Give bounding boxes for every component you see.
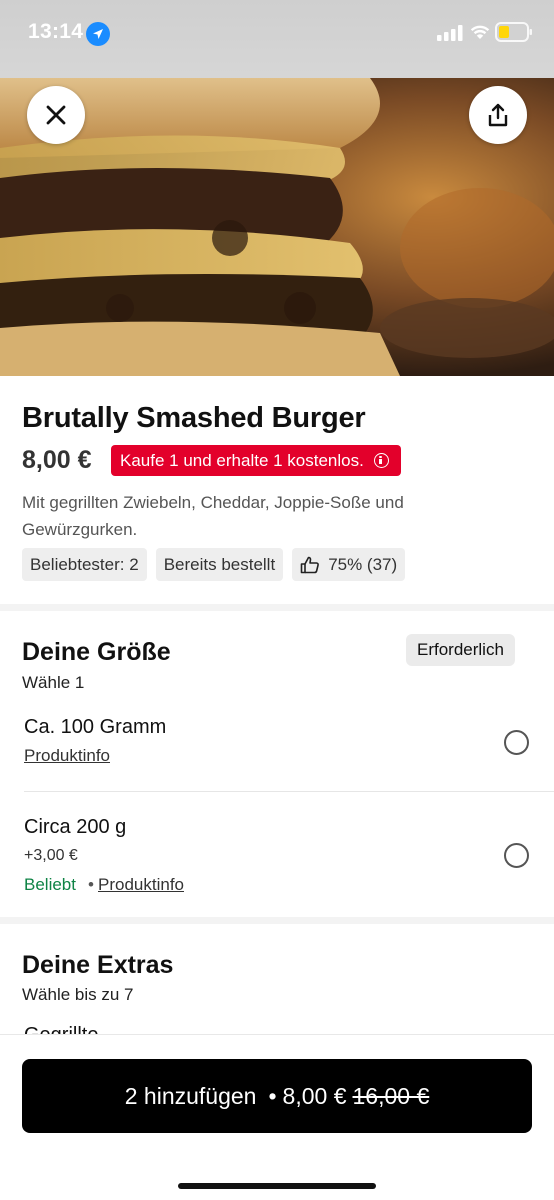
- size-section-subtitle: Wähle 1: [22, 673, 85, 692]
- add-button-separator: •: [268, 1082, 277, 1109]
- status-time: 13:14: [28, 20, 84, 43]
- location-arrow-icon: [86, 22, 110, 46]
- info-icon: [373, 453, 389, 468]
- battery-low-icon: [495, 22, 532, 42]
- add-to-cart-button[interactable]: 2 hinzufügen • 8,00 € 16,00 €: [22, 1059, 532, 1133]
- share-button[interactable]: [469, 86, 527, 144]
- extras-section-subtitle: Wähle bis zu 7: [22, 985, 134, 1004]
- product-price: 8,00 €: [22, 446, 92, 474]
- product-image: [0, 78, 554, 376]
- product-title: Brutally Smashed Burger: [22, 402, 366, 434]
- promo-text: Kaufe 1 und erhalte 1 kostenlos.: [120, 450, 364, 470]
- ordered-chip: Bereits bestellt: [155, 548, 284, 581]
- product-chips: Beliebtester: 2 Bereits bestellt 75% (37…: [22, 548, 406, 581]
- add-button-original-price: 16,00 €: [352, 1082, 430, 1109]
- popular-rank-chip: Beliebtester: 2: [22, 548, 147, 581]
- rating-chip: 75% (37): [292, 548, 406, 581]
- size-option-200g-name: Circa 200 g: [24, 816, 127, 838]
- thumbs-up-icon: [300, 556, 320, 573]
- size-option-100g-name: Ca. 100 Gramm: [24, 716, 167, 738]
- required-badge: Erforderlich: [406, 634, 515, 666]
- size-option-200g-info-link[interactable]: Produktinfo: [98, 875, 184, 895]
- size-option-100g-radio[interactable]: [504, 730, 529, 755]
- size-option-200g-radio[interactable]: [504, 843, 529, 868]
- wifi-icon: [470, 25, 490, 39]
- size-option-200g-extra-price: +3,00 €: [24, 847, 78, 864]
- cellular-signal-icon: [437, 25, 463, 41]
- close-icon: [46, 105, 66, 125]
- extras-section-title: Deine Extras: [22, 951, 174, 979]
- section-divider: [0, 917, 554, 924]
- popular-label: Beliebt: [24, 875, 76, 894]
- section-divider: [0, 604, 554, 611]
- option-divider: [24, 791, 554, 792]
- label-separator: •: [88, 875, 94, 894]
- close-button[interactable]: [27, 86, 85, 144]
- product-description: Mit gegrillten Zwiebeln, Cheddar, Joppie…: [22, 493, 404, 539]
- add-button-price: 8,00 €: [282, 1082, 347, 1109]
- rating-text: 75% (37): [328, 554, 398, 574]
- home-indicator: [178, 1183, 376, 1189]
- size-option-100g-info-link[interactable]: Produktinfo: [24, 746, 110, 766]
- status-bar: 13:14: [0, 0, 554, 78]
- share-icon: [488, 103, 508, 127]
- add-button-label: 2 hinzufügen: [124, 1082, 257, 1109]
- size-section-title: Deine Größe: [22, 638, 171, 666]
- promo-badge[interactable]: Kaufe 1 und erhalte 1 kostenlos.: [111, 445, 401, 476]
